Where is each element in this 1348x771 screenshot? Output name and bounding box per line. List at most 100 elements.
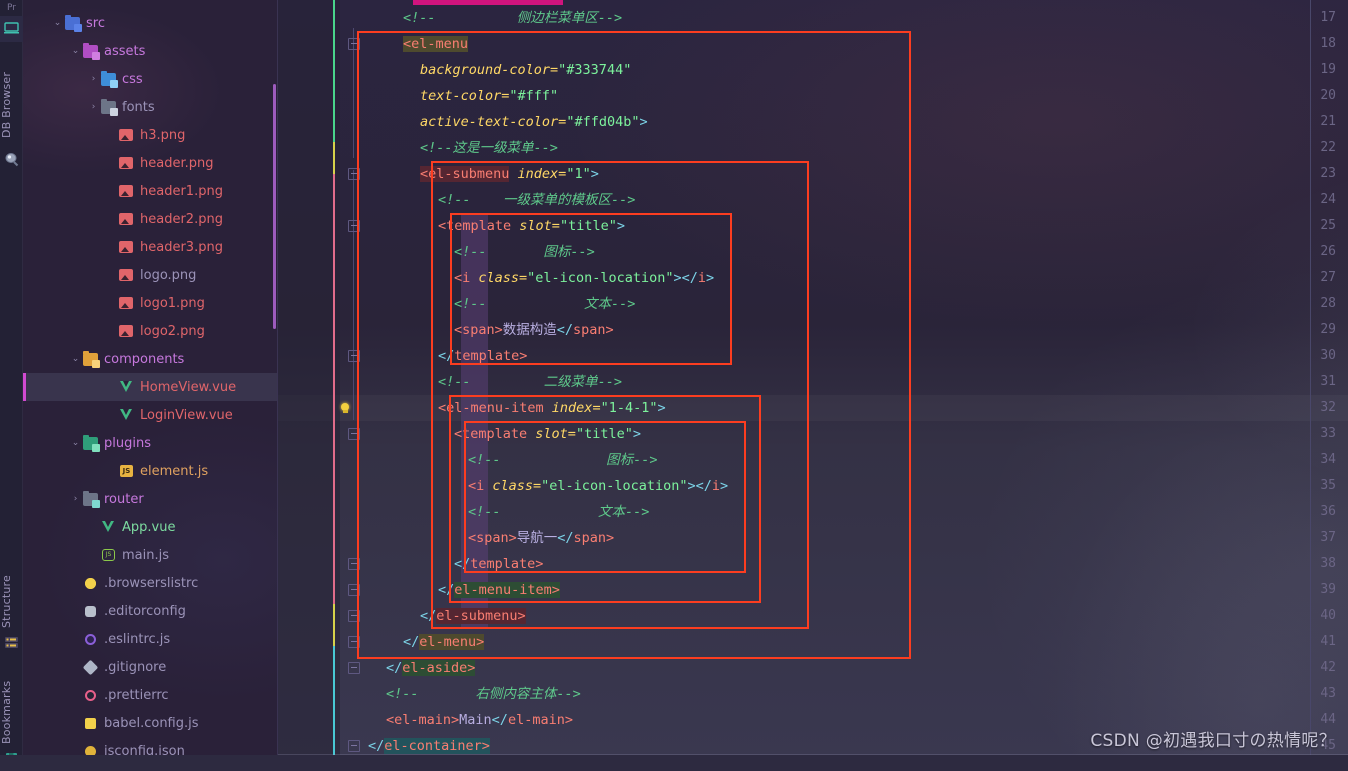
rail-item-bookmarks[interactable]: Bookmarks (0, 676, 23, 749)
tree-selection-bar (23, 373, 26, 401)
tree-item-h3-png[interactable]: h3.png (23, 121, 278, 149)
tree-item-logo1-png[interactable]: logo1.png (23, 289, 278, 317)
rail-item-structure[interactable]: Structure (0, 570, 23, 634)
tree-scrollbar[interactable] (273, 84, 276, 329)
line-number: 31 (1320, 374, 1336, 389)
project-tree[interactable]: ⌄ src ⌄ assets › css › fonts h3.png header.png hea… (23, 0, 278, 771)
tree-item-app-vue[interactable]: App.vue (23, 513, 278, 541)
tree-item-editorconfig[interactable]: .editorconfig (23, 597, 278, 625)
tree-item-label: .browserslistrc (104, 575, 199, 591)
tree-item-babel-config-js[interactable]: babel.config.js (23, 709, 278, 737)
ide-window: Pr DB Browser Structure Bookmarks ⌄ src ⌄ a… (0, 0, 1348, 771)
tree-item-element-js[interactable]: JS element.js (23, 457, 278, 485)
tree-twisty[interactable]: ⌄ (69, 438, 82, 448)
tree-item-css[interactable]: › css (23, 65, 278, 93)
tree-item-label: LoginView.vue (140, 407, 233, 423)
png-file-icon (118, 296, 135, 311)
line-number: 39 (1320, 582, 1336, 597)
tree-item-label: .gitignore (104, 659, 167, 675)
tree-item-logo-png[interactable]: logo.png (23, 261, 278, 289)
tree-twisty[interactable]: › (87, 74, 100, 84)
line-number: 17 (1320, 10, 1336, 25)
eslint-file-icon (82, 632, 99, 647)
folder-src-icon (64, 14, 82, 32)
tree-item-homeview-vue[interactable]: HomeView.vue (23, 373, 278, 401)
tree-item-label: fonts (122, 99, 155, 115)
watermark: CSDN @初遇我口寸の热情呢？ (1090, 731, 1336, 751)
tree-item-header3-png[interactable]: header3.png (23, 233, 278, 261)
fold-toggle-33[interactable] (348, 428, 360, 440)
tree-item-label: babel.config.js (104, 715, 199, 731)
fold-toggle-39[interactable] (348, 584, 360, 596)
tree-item-label: .eslintrc.js (104, 631, 171, 647)
project-window-icon[interactable] (4, 20, 19, 35)
line-number: 27 (1320, 270, 1336, 285)
code-editor[interactable]: <!-- 侧边栏菜单区--> <el-menu background-color="… (278, 0, 1348, 771)
tree-item-router[interactable]: › router (23, 485, 278, 513)
db-browser-icon[interactable] (4, 152, 19, 167)
tree-item-plugins[interactable]: ⌄ plugins (23, 429, 278, 457)
tree-item-label: .editorconfig (104, 603, 186, 619)
tree-item-label: components (104, 351, 185, 367)
tree-item-src[interactable]: ⌄ src (23, 9, 278, 37)
line-number: 21 (1320, 114, 1336, 129)
fold-toggle-41[interactable] (348, 636, 360, 648)
tree-item-eslintrc-js[interactable]: .eslintrc.js (23, 625, 278, 653)
browserslist-file-icon (82, 576, 99, 591)
tree-item-loginview-vue[interactable]: LoginView.vue (23, 401, 278, 429)
tree-item-browserslistrc[interactable]: .browserslistrc (23, 569, 278, 597)
line-number: 34 (1320, 452, 1336, 467)
tree-item-logo2-png[interactable]: logo2.png (23, 317, 278, 345)
tree-item-header1-png[interactable]: header1.png (23, 177, 278, 205)
tree-twisty[interactable]: ⌄ (51, 18, 64, 28)
babel-file-icon (82, 716, 99, 731)
tree-item-components[interactable]: ⌄ components (23, 345, 278, 373)
fold-toggle-42[interactable] (348, 662, 360, 674)
tree-twisty[interactable]: › (87, 102, 100, 112)
line-number: 41 (1320, 634, 1336, 649)
vue-file-icon (100, 520, 117, 535)
folder-plugins-icon (82, 434, 100, 452)
tree-item-header2-png[interactable]: header2.png (23, 205, 278, 233)
node-file-icon: JS (100, 548, 117, 563)
tool-rail: Pr DB Browser Structure Bookmarks (0, 0, 23, 771)
line-number: 35 (1320, 478, 1336, 493)
tree-item-label: plugins (104, 435, 151, 451)
fold-toggle-40[interactable] (348, 610, 360, 622)
line-number: 36 (1320, 504, 1336, 519)
tree-twisty[interactable]: ⌄ (69, 354, 82, 364)
png-file-icon (118, 128, 135, 143)
fold-toggle-45[interactable] (348, 740, 360, 752)
line-number: 32 (1320, 400, 1336, 415)
structure-icon[interactable] (4, 635, 19, 650)
tree-twisty[interactable]: › (69, 494, 82, 504)
tree-item-main-js[interactable]: JS main.js (23, 541, 278, 569)
tree-item-label: main.js (122, 547, 169, 563)
fold-toggle-18[interactable] (348, 38, 360, 50)
tree-item-label: header2.png (140, 211, 223, 227)
tree-item-header-png[interactable]: header.png (23, 149, 278, 177)
tree-item-label: src (86, 15, 105, 31)
fold-toggle-25[interactable] (348, 220, 360, 232)
tree-item-prettierrc[interactable]: .prettierrc (23, 681, 278, 709)
line-number: 20 (1320, 88, 1336, 103)
fold-toggle-30[interactable] (348, 350, 360, 362)
rail-project-label: Pr (7, 3, 16, 13)
fold-toggle-38[interactable] (348, 558, 360, 570)
tree-item-fonts[interactable]: › fonts (23, 93, 278, 121)
png-file-icon (118, 324, 135, 339)
folder-router-icon (82, 490, 100, 508)
tree-twisty[interactable]: ⌄ (69, 46, 82, 56)
png-file-icon (118, 240, 135, 255)
line-number: 19 (1320, 62, 1336, 77)
folder-assets-icon (82, 42, 100, 60)
line-number: 26 (1320, 244, 1336, 259)
tree-item-assets[interactable]: ⌄ assets (23, 37, 278, 65)
line-number: 23 (1320, 166, 1336, 181)
rail-item-db-browser[interactable]: DB Browser (0, 62, 23, 147)
intention-bulb-icon[interactable] (338, 401, 352, 415)
tree-item-gitignore[interactable]: .gitignore (23, 653, 278, 681)
tree-item-label: element.js (140, 463, 209, 479)
fold-toggle-23[interactable] (348, 168, 360, 180)
bottom-divider (278, 754, 1348, 755)
